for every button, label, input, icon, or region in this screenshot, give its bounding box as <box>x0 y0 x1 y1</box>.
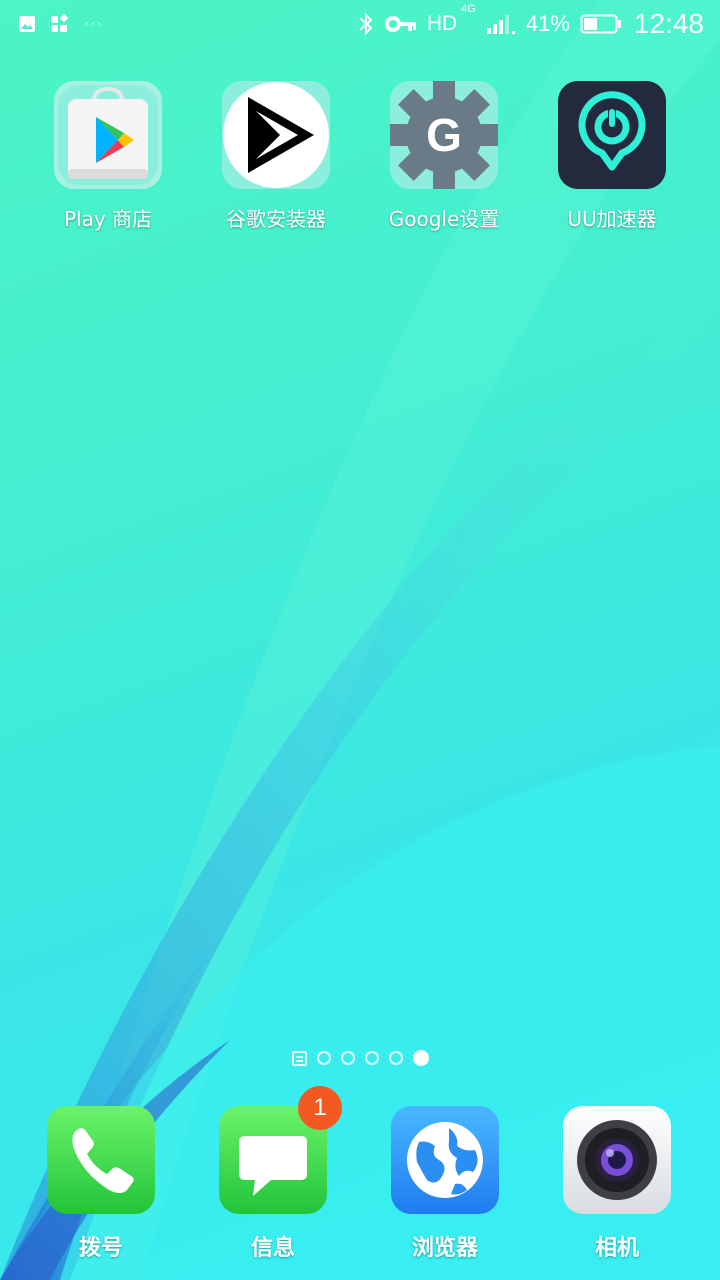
app-google-settings[interactable]: G Google设置 <box>369 81 519 232</box>
vpn-key-icon <box>384 16 416 32</box>
phone-icon <box>47 1106 155 1214</box>
svg-text:G: G <box>426 109 462 161</box>
app-label: 拨号 <box>78 1236 123 1261</box>
network-type: 4G <box>461 3 476 15</box>
app-uu-accelerator[interactable]: UU加速器 <box>537 81 687 232</box>
dock-camera[interactable]: 相机 <box>542 1106 692 1262</box>
signal-icon <box>486 15 515 34</box>
page-indicator[interactable] <box>0 1048 720 1068</box>
battery-percent: 41% <box>525 11 570 36</box>
app-label: 浏览器 <box>411 1236 478 1261</box>
clock: 12:48 <box>633 8 704 39</box>
bluetooth-icon <box>359 12 373 36</box>
app-label: 信息 <box>250 1236 295 1261</box>
app-label: UU加速器 <box>567 207 657 231</box>
status-bar: ··· HD 4G 41% 12:48 <box>0 0 720 48</box>
image-icon <box>19 16 35 32</box>
app-label: Play 商店 <box>63 207 153 231</box>
dock-browser[interactable]: 浏览器 <box>370 1106 520 1262</box>
hd-indicator: HD <box>426 12 458 35</box>
google-installer-icon <box>222 81 330 189</box>
page-dot[interactable] <box>316 1051 331 1065</box>
app-label: 谷歌安装器 <box>226 207 326 231</box>
notification-badge: 1 <box>298 1086 342 1130</box>
dock-messages[interactable]: 1 信息 <box>198 1086 348 1262</box>
page-dot-active[interactable] <box>412 1050 429 1066</box>
page-list-indicator[interactable] <box>291 1050 307 1066</box>
app-label: Google设置 <box>388 207 500 231</box>
app-google-installer[interactable]: 谷歌安装器 <box>201 81 351 232</box>
app-play-store[interactable]: Play 商店 <box>33 81 183 232</box>
play-store-icon <box>54 81 162 189</box>
uu-accelerator-icon <box>558 81 666 189</box>
battery-icon <box>580 14 621 34</box>
google-settings-icon: G <box>390 81 498 189</box>
page-dot[interactable] <box>364 1051 379 1065</box>
camera-icon <box>563 1106 671 1214</box>
apps-widget-icon <box>51 14 69 32</box>
more-dots-icon: ··· <box>84 15 103 32</box>
browser-icon <box>391 1106 499 1214</box>
page-dot[interactable] <box>388 1051 403 1065</box>
dock-phone[interactable]: 拨号 <box>26 1106 176 1262</box>
page-dot[interactable] <box>340 1051 355 1065</box>
app-label: 相机 <box>594 1236 639 1261</box>
